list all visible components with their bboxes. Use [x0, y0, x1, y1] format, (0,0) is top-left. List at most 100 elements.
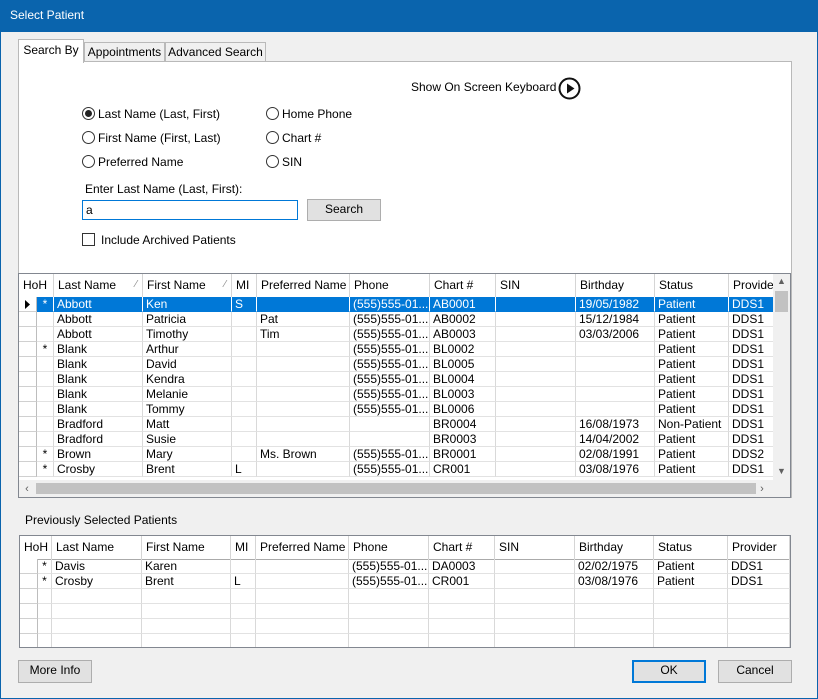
column-header-mi[interactable]: MI	[232, 274, 257, 297]
search-button[interactable]: Search	[307, 199, 381, 221]
column-header-first-name[interactable]: First Name	[142, 536, 231, 559]
table-row[interactable]: Blank Kendra (555)555-01... BL0004 Patient DD…	[19, 372, 789, 387]
cell-birthday	[575, 619, 654, 634]
column-header-birthday[interactable]: Birthday	[576, 274, 655, 297]
row-header[interactable]	[19, 342, 37, 357]
cell-chart	[429, 619, 495, 634]
radio-last-name[interactable]: Last Name (Last, First)	[82, 106, 220, 122]
table-row[interactable]: Blank David (555)555-01... BL0005 Patient DDS…	[19, 357, 789, 372]
table-row[interactable]: * Davis Karen (555)555-01... DA0003 02/02/197…	[20, 559, 790, 574]
cell-mi	[232, 342, 257, 357]
row-header[interactable]	[19, 357, 37, 372]
column-header-phone[interactable]: Phone	[349, 536, 429, 559]
table-row[interactable]	[20, 619, 790, 634]
row-header[interactable]	[19, 462, 37, 477]
row-header[interactable]	[19, 372, 37, 387]
cell-phone: (555)555-01...	[350, 327, 430, 342]
cell-birthday: 16/08/1973	[576, 417, 655, 432]
cell-status	[654, 589, 728, 604]
ok-button[interactable]: OK	[632, 660, 706, 683]
column-header-sin[interactable]: SIN	[496, 274, 576, 297]
cell-last-name: Bradford	[54, 432, 143, 447]
table-row[interactable]: * Brown Mary Ms. Brown (555)555-01... BR0001 0…	[19, 447, 789, 462]
cell-status: Patient	[655, 387, 729, 402]
row-header[interactable]	[19, 447, 37, 462]
column-header-phone[interactable]: Phone	[350, 274, 430, 297]
cell-mi	[231, 589, 256, 604]
table-row[interactable]: * Abbott Ken S (555)555-01... AB0001 19/05/198…	[19, 297, 789, 312]
cell-last-name: Crosby	[54, 462, 143, 477]
cancel-button[interactable]: Cancel	[718, 660, 792, 683]
column-header-last-name[interactable]: Last Name ⁄	[54, 274, 143, 297]
table-row[interactable]	[20, 604, 790, 619]
play-circle-icon[interactable]	[558, 77, 581, 100]
results-grid[interactable]: HoH Last Name ⁄ First Name ⁄ MI Preferred Name…	[18, 273, 791, 498]
column-header-hoh[interactable]: HoH	[19, 274, 54, 297]
radio-preferred-name[interactable]: Preferred Name	[82, 154, 183, 170]
tab-search-by[interactable]: Search By	[18, 39, 84, 63]
scroll-down-icon[interactable]: ▼	[773, 466, 790, 476]
row-header[interactable]	[19, 297, 37, 312]
column-header-mi[interactable]: MI	[231, 536, 256, 559]
cell-phone: (555)555-01...	[350, 372, 430, 387]
column-header-sin[interactable]: SIN	[495, 536, 575, 559]
row-header[interactable]	[19, 387, 37, 402]
row-header[interactable]	[20, 574, 38, 589]
table-row[interactable]: Blank Melanie (555)555-01... BL0003 Patient D…	[19, 387, 789, 402]
cell-status: Patient	[655, 402, 729, 417]
row-header[interactable]	[19, 402, 37, 417]
column-header-preferred-name[interactable]: Preferred Name	[257, 274, 350, 297]
radio-first-name[interactable]: First Name (First, Last)	[82, 130, 221, 146]
search-input[interactable]	[82, 200, 298, 220]
table-row[interactable]: * Crosby Brent L (555)555-01... CR001 03/08/19…	[20, 574, 790, 589]
column-header-preferred-name[interactable]: Preferred Name	[256, 536, 349, 559]
scroll-left-icon[interactable]: ‹	[22, 483, 32, 495]
row-header[interactable]	[20, 634, 38, 647]
radio-home-phone[interactable]: Home Phone	[266, 106, 352, 122]
cell-chart: BL0003	[430, 387, 496, 402]
column-header-status[interactable]: Status	[655, 274, 729, 297]
column-header-last-name[interactable]: Last Name	[52, 536, 142, 559]
radio-sin[interactable]: SIN	[266, 154, 302, 170]
cell-first-name: Arthur	[143, 342, 232, 357]
column-header-chart[interactable]: Chart #	[430, 274, 496, 297]
previous-grid[interactable]: HoH Last Name First Name MI Preferred Name Ph…	[19, 535, 791, 648]
column-header-chart[interactable]: Chart #	[429, 536, 495, 559]
row-header[interactable]	[19, 417, 37, 432]
table-row[interactable]: Abbott Patricia Pat (555)555-01... AB0002 15/…	[19, 312, 789, 327]
scroll-right-icon[interactable]: ›	[757, 483, 767, 495]
cell-first-name: Mary	[143, 447, 232, 462]
row-header[interactable]	[19, 312, 37, 327]
tab-advanced-search[interactable]: Advanced Search	[165, 42, 266, 62]
table-row[interactable]: Blank Tommy (555)555-01... BL0006 Patient DDS…	[19, 402, 789, 417]
radio-chart[interactable]: Chart #	[266, 130, 321, 146]
vscroll-thumb[interactable]	[775, 291, 788, 312]
row-header[interactable]	[20, 559, 38, 574]
cell-preferred-name: Tim	[257, 327, 350, 342]
column-header-hoh[interactable]: HoH	[20, 536, 52, 559]
table-row[interactable]: Bradford Matt BR0004 16/08/1973 Non-Patient D…	[19, 417, 789, 432]
column-header-first-name[interactable]: First Name ⁄	[143, 274, 232, 297]
table-row[interactable]	[20, 589, 790, 604]
results-vscroll[interactable]: ▲ ▼	[773, 274, 790, 480]
row-header[interactable]	[20, 604, 38, 619]
hscroll-thumb[interactable]	[36, 483, 756, 494]
row-header[interactable]	[20, 589, 38, 604]
row-header[interactable]	[20, 619, 38, 634]
more-info-button[interactable]: More Info	[18, 660, 92, 683]
table-row[interactable]: Bradford Susie BR0003 14/04/2002 Patient DDS1	[19, 432, 789, 447]
scroll-up-icon[interactable]: ▲	[773, 276, 790, 286]
table-row[interactable]: * Crosby Brent L (555)555-01... CR001 03/08/19…	[19, 462, 789, 477]
column-header-provider[interactable]: Provider	[728, 536, 790, 559]
row-header[interactable]	[19, 432, 37, 447]
cell-last-name: Abbott	[54, 297, 143, 312]
table-row[interactable]: Abbott Timothy Tim (555)555-01... AB0003 03/0…	[19, 327, 789, 342]
table-row[interactable]	[20, 634, 790, 647]
row-header[interactable]	[19, 327, 37, 342]
table-row[interactable]: * Blank Arthur (555)555-01... BL0002 Patient D…	[19, 342, 789, 357]
results-hscroll[interactable]: ‹ ›	[19, 480, 790, 497]
column-header-status[interactable]: Status	[654, 536, 728, 559]
column-header-birthday[interactable]: Birthday	[575, 536, 654, 559]
archived-checkbox[interactable]	[82, 233, 95, 246]
tab-appointments[interactable]: Appointments	[84, 42, 165, 62]
